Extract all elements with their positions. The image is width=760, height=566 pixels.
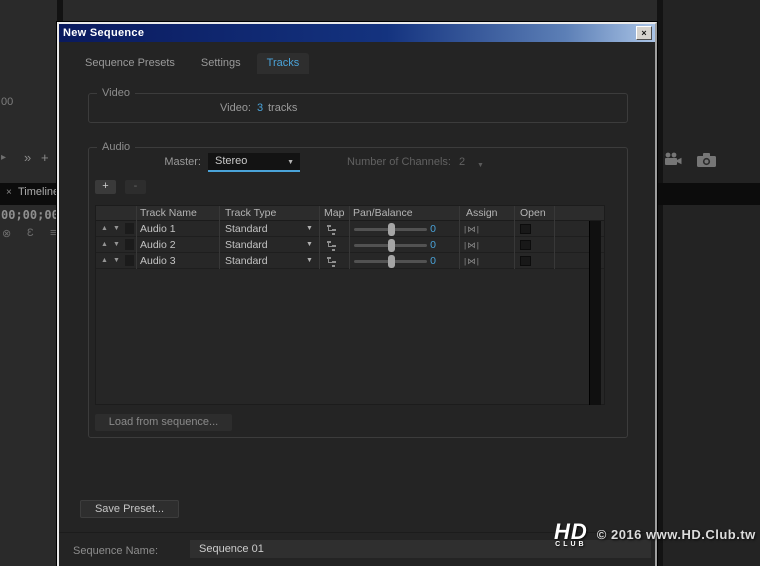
col-pan-balance: Pan/Balance — [353, 207, 413, 219]
table-scrollbar[interactable] — [589, 221, 601, 405]
column-divider — [136, 206, 137, 269]
table-row[interactable]: ▲ ▼ Audio 2 Standard ▼ 0 |⋈| — [96, 237, 604, 253]
snap-icon[interactable]: ⊗ — [2, 227, 11, 240]
track-name[interactable]: Audio 3 — [140, 255, 176, 267]
chevron-down-icon: ▼ — [287, 154, 294, 171]
slider-handle[interactable] — [388, 239, 395, 252]
close-tab-icon[interactable]: × — [6, 187, 12, 198]
column-divider — [514, 206, 515, 269]
track-type-dropdown[interactable]: Standard — [225, 239, 268, 251]
master-dropdown[interactable]: Stereo ▼ — [208, 153, 300, 172]
pan-balance-slider[interactable] — [354, 244, 427, 247]
open-checkbox[interactable] — [520, 224, 531, 234]
logo-club-text: CLUB — [554, 541, 588, 548]
audio-group: Audio Master: Stereo ▼ Number of Channel… — [88, 147, 628, 438]
move-up-icon[interactable]: ▲ — [101, 241, 108, 248]
col-track-type: Track Type — [225, 207, 276, 219]
video-tracks-value[interactable]: 3 — [257, 102, 263, 114]
track-swatch[interactable] — [125, 223, 134, 234]
video-tracks-suffix: tracks — [268, 102, 297, 114]
audio-group-label: Audio — [97, 141, 135, 153]
tab-tracks[interactable]: Tracks — [257, 53, 310, 74]
assign-icon[interactable]: |⋈| — [464, 240, 480, 251]
chevron-down-icon[interactable]: ▼ — [306, 225, 313, 232]
col-map: Map — [324, 207, 344, 219]
slider-handle[interactable] — [388, 223, 395, 236]
play-icon[interactable]: ▸ — [1, 152, 6, 163]
video-group: Video Video: 3 tracks — [88, 93, 628, 123]
assign-icon[interactable]: |⋈| — [464, 224, 480, 235]
new-sequence-dialog: New Sequence × Sequence Presets Settings… — [57, 22, 657, 566]
pan-value[interactable]: 0 — [418, 255, 436, 267]
open-checkbox[interactable] — [520, 240, 531, 250]
open-checkbox[interactable] — [520, 256, 531, 266]
video-tracks-label: Video: — [181, 102, 251, 114]
track-type-dropdown[interactable]: Standard — [225, 255, 268, 267]
assign-icon[interactable]: |⋈| — [464, 256, 480, 267]
track-table-header: Track Name Track Type Map Pan/Balance As… — [96, 206, 604, 221]
load-from-sequence-button[interactable]: Load from sequence... — [95, 414, 232, 431]
chevron-double-icon[interactable]: » — [24, 150, 31, 165]
column-divider — [349, 206, 350, 269]
move-down-icon[interactable]: ▼ — [113, 241, 120, 248]
column-divider — [554, 206, 555, 269]
pan-balance-slider[interactable] — [354, 228, 427, 231]
master-value: Stereo — [215, 155, 247, 167]
column-divider — [219, 206, 220, 269]
chevron-down-icon: ▼ — [477, 157, 621, 174]
move-up-icon[interactable]: ▲ — [101, 257, 108, 264]
track-swatch[interactable] — [125, 239, 134, 250]
remove-track-button[interactable]: - — [125, 180, 146, 194]
camera-icon[interactable] — [697, 153, 716, 172]
logo-hd-text: HD — [554, 521, 588, 543]
map-icon — [326, 255, 337, 273]
add-track-button[interactable]: + — [95, 180, 116, 194]
save-preset-button[interactable]: Save Preset... — [80, 500, 179, 518]
close-button[interactable]: × — [636, 26, 652, 40]
add-icon[interactable]: + — [41, 150, 49, 165]
channels-value[interactable]: 2 — [459, 156, 465, 168]
pan-value[interactable]: 0 — [418, 239, 436, 251]
video-group-label: Video — [97, 87, 135, 99]
chevron-down-icon[interactable]: ▼ — [306, 257, 313, 264]
watermark-copyright: © 2016 www.HD.Club.tw — [597, 527, 756, 542]
track-name[interactable]: Audio 1 — [140, 223, 176, 235]
col-assign: Assign — [466, 207, 498, 219]
column-divider — [319, 206, 320, 269]
pan-balance-slider[interactable] — [354, 260, 427, 263]
hd-club-logo: HD CLUB — [554, 521, 588, 548]
slider-handle[interactable] — [388, 255, 395, 268]
col-open: Open — [520, 207, 546, 219]
table-row[interactable]: ▲ ▼ Audio 3 Standard ▼ 0 |⋈| — [96, 253, 604, 269]
column-divider — [459, 206, 460, 269]
move-down-icon[interactable]: ▼ — [113, 225, 120, 232]
col-track-name: Track Name — [140, 207, 197, 219]
watermark: HD CLUB © 2016 www.HD.Club.tw — [554, 521, 756, 548]
move-up-icon[interactable]: ▲ — [101, 225, 108, 232]
tab-settings[interactable]: Settings — [191, 53, 251, 74]
sequence-name-label: Sequence Name: — [73, 545, 158, 557]
track-swatch[interactable] — [125, 255, 134, 266]
dialog-title: New Sequence — [59, 27, 144, 39]
channels-label: Number of Channels: — [309, 156, 451, 168]
track-table: Track Name Track Type Map Pan/Balance As… — [95, 205, 605, 405]
panel-gap-top — [57, 0, 63, 22]
magnet-icon[interactable]: Ɛ — [27, 227, 34, 239]
dialog-tabs: Sequence Presets Settings Tracks — [75, 53, 309, 74]
track-name[interactable]: Audio 2 — [140, 239, 176, 251]
table-row[interactable]: ▲ ▼ Audio 1 Standard ▼ 0 |⋈| — [96, 221, 604, 237]
master-label: Master: — [129, 156, 201, 168]
chevron-down-icon[interactable]: ▼ — [306, 241, 313, 248]
track-type-dropdown[interactable]: Standard — [225, 223, 268, 235]
pan-value[interactable]: 0 — [418, 223, 436, 235]
move-down-icon[interactable]: ▼ — [113, 257, 120, 264]
more-icon[interactable]: ≡ — [50, 227, 56, 239]
dialog-body: Sequence Presets Settings Tracks Video V… — [59, 42, 655, 566]
tab-sequence-presets[interactable]: Sequence Presets — [75, 53, 185, 74]
program-monitor-panel — [663, 0, 760, 566]
app-canvas: 00 ▸ » + × Timeline: ( 00;00;00; ⊗ Ɛ ≡ N… — [0, 0, 760, 566]
timecode-fragment: 00 — [1, 96, 13, 108]
dialog-titlebar[interactable]: New Sequence × — [59, 24, 655, 42]
export-frame-icon[interactable] — [663, 152, 683, 172]
